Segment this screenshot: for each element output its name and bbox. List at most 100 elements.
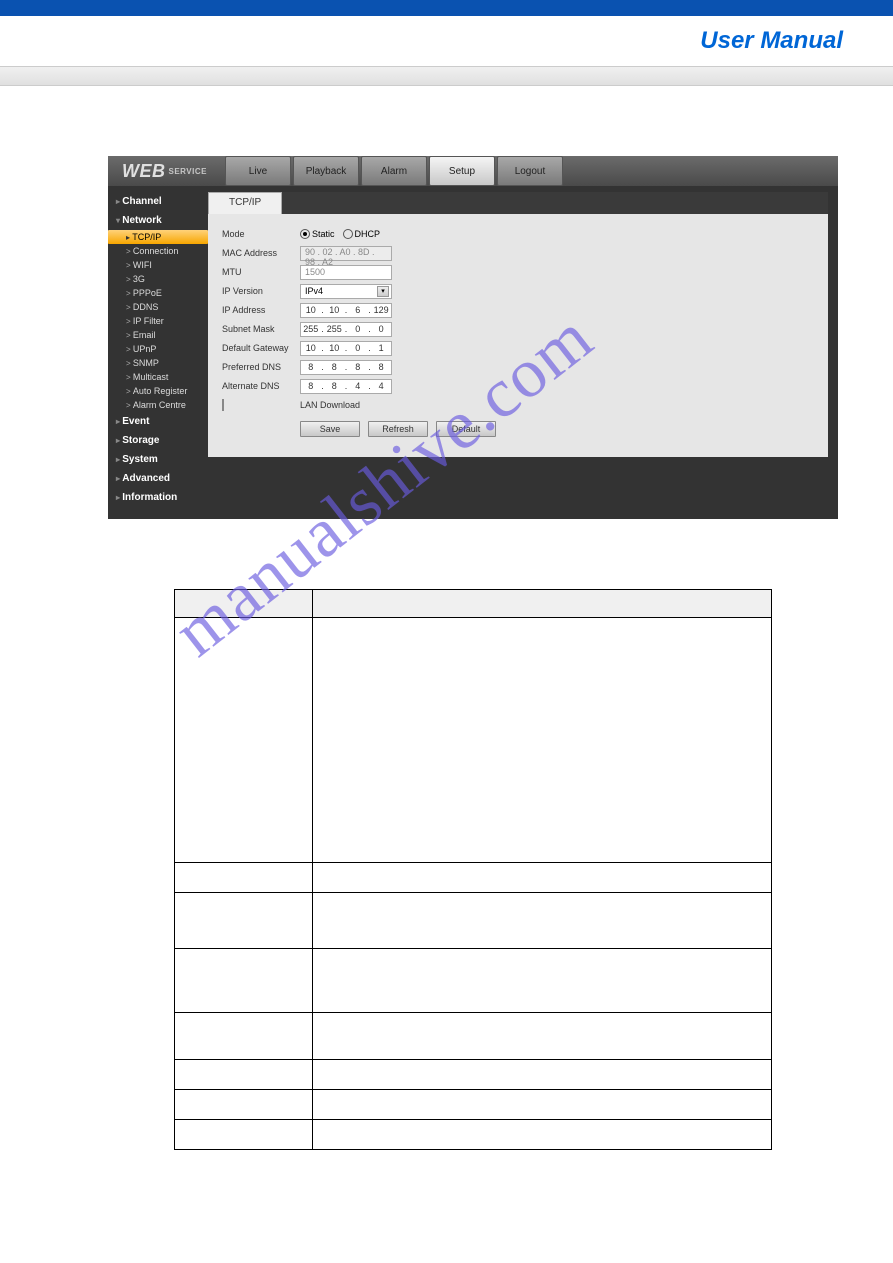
chevron-down-icon: ▾ xyxy=(377,286,389,297)
sidebar-cat-information[interactable]: Information xyxy=(108,488,208,507)
header-divider xyxy=(0,66,893,86)
ip-octet: 0 xyxy=(348,324,368,334)
label-pdns: Preferred DNS xyxy=(222,362,300,372)
radio-static[interactable]: Static xyxy=(300,229,335,239)
sidebar-cat-advanced[interactable]: Advanced xyxy=(108,469,208,488)
th-param xyxy=(175,590,313,618)
gateway-field[interactable]: 10. 10. 0. 1 xyxy=(300,341,392,356)
label-mode: Mode xyxy=(222,229,300,239)
ip-octet: 8 xyxy=(301,362,321,372)
tab-tcpip[interactable]: TCP/IP xyxy=(208,192,282,214)
refresh-button[interactable]: Refresh xyxy=(368,421,428,437)
table-row xyxy=(175,618,772,863)
label-subnet: Subnet Mask xyxy=(222,324,300,334)
sidebar: Channel Network TCP/IP Connection WIFI 3… xyxy=(108,192,208,507)
ip-octet: 10 xyxy=(301,305,321,315)
lan-download-checkbox[interactable] xyxy=(222,399,224,411)
table-row xyxy=(175,1013,772,1060)
ip-octet: 0 xyxy=(371,324,391,334)
table-row xyxy=(175,1060,772,1090)
sidebar-cat-system[interactable]: System xyxy=(108,450,208,469)
sidebar-item-tcpip[interactable]: TCP/IP xyxy=(108,230,208,244)
sidebar-item-alarmcentre[interactable]: Alarm Centre xyxy=(108,398,208,412)
tab-strip: TCP/IP xyxy=(208,192,828,214)
app-shell: WEB SERVICE Live Playback Alarm Setup Lo… xyxy=(108,156,838,519)
app-body: Channel Network TCP/IP Connection WIFI 3… xyxy=(108,186,838,507)
topnav-playback[interactable]: Playback xyxy=(293,156,359,186)
ip-octet: 6 xyxy=(348,305,368,315)
label-mtu: MTU xyxy=(222,267,300,277)
ip-octet: 8 xyxy=(324,381,344,391)
sidebar-item-wifi[interactable]: WIFI xyxy=(108,258,208,272)
ip-octet: 8 xyxy=(371,362,391,372)
mac-field: 90 . 02 . A0 . 8D . 98 . A2 xyxy=(300,246,392,261)
sidebar-item-ipfilter[interactable]: IP Filter xyxy=(108,314,208,328)
topnav-logout[interactable]: Logout xyxy=(497,156,563,186)
sidebar-item-connection[interactable]: Connection xyxy=(108,244,208,258)
sidebar-item-autoreg[interactable]: Auto Register xyxy=(108,384,208,398)
table-row xyxy=(175,1120,772,1150)
mtu-field[interactable] xyxy=(300,265,392,280)
ip-octet: 1 xyxy=(371,343,391,353)
ip-octet: 4 xyxy=(348,381,368,391)
ip-octet: 8 xyxy=(348,362,368,372)
table-row xyxy=(175,893,772,949)
label-ipver: IP Version xyxy=(222,286,300,296)
table-header-row xyxy=(175,590,772,618)
ip-octet: 255 xyxy=(301,324,321,334)
radio-icon xyxy=(343,229,353,239)
ip-octet: 4 xyxy=(371,381,391,391)
label-mac: MAC Address xyxy=(222,248,300,258)
param-table xyxy=(174,589,772,1150)
default-button[interactable]: Default xyxy=(436,421,496,437)
app-logo: WEB SERVICE xyxy=(108,156,221,186)
sidebar-cat-network[interactable]: Network xyxy=(108,211,208,230)
ipaddress-field[interactable]: 10. 10. 6. 129 xyxy=(300,303,392,318)
table-row xyxy=(175,863,772,893)
top-blue-bar xyxy=(0,0,893,16)
sidebar-item-ddns[interactable]: DDNS xyxy=(108,300,208,314)
sidebar-cat-channel[interactable]: Channel xyxy=(108,192,208,211)
sidebar-cat-storage[interactable]: Storage xyxy=(108,431,208,450)
radio-icon xyxy=(300,229,310,239)
th-desc xyxy=(313,590,772,618)
ipversion-select[interactable]: IPv4 ▾ xyxy=(300,284,392,299)
sidebar-item-multicast[interactable]: Multicast xyxy=(108,370,208,384)
topnav-setup[interactable]: Setup xyxy=(429,156,495,186)
radio-dhcp[interactable]: DHCP xyxy=(343,229,381,239)
label-adns: Alternate DNS xyxy=(222,381,300,391)
topnav-live[interactable]: Live xyxy=(225,156,291,186)
ip-octet: 8 xyxy=(301,381,321,391)
topnav-alarm[interactable]: Alarm xyxy=(361,156,427,186)
adns-field[interactable]: 8. 8. 4. 4 xyxy=(300,379,392,394)
doc-header-title: User Manual xyxy=(700,27,843,55)
sidebar-item-pppoe[interactable]: PPPoE xyxy=(108,286,208,300)
ipversion-value: IPv4 xyxy=(305,286,323,296)
label-ipaddr: IP Address xyxy=(222,305,300,315)
sidebar-item-upnp[interactable]: UPnP xyxy=(108,342,208,356)
ip-octet: 10 xyxy=(301,343,321,353)
table-row xyxy=(175,1090,772,1120)
sidebar-cat-event[interactable]: Event xyxy=(108,412,208,431)
save-button[interactable]: Save xyxy=(300,421,360,437)
ip-octet: 129 xyxy=(371,305,391,315)
sidebar-item-snmp[interactable]: SNMP xyxy=(108,356,208,370)
table-row xyxy=(175,949,772,1013)
ip-octet: 0 xyxy=(348,343,368,353)
radio-dhcp-label: DHCP xyxy=(355,229,381,239)
subnet-field[interactable]: 255. 255. 0. 0 xyxy=(300,322,392,337)
lan-checkbox-wrap xyxy=(222,400,300,410)
sidebar-item-3g[interactable]: 3G xyxy=(108,272,208,286)
doc-header: User Manual xyxy=(0,16,893,66)
pdns-field[interactable]: 8. 8. 8. 8 xyxy=(300,360,392,375)
label-gateway: Default Gateway xyxy=(222,343,300,353)
logo-sub: SERVICE xyxy=(169,167,207,176)
sidebar-item-email[interactable]: Email xyxy=(108,328,208,342)
ip-octet: 10 xyxy=(324,343,344,353)
topnav: Live Playback Alarm Setup Logout xyxy=(225,156,563,186)
ip-octet: 8 xyxy=(324,362,344,372)
label-lan: LAN Download xyxy=(300,400,360,410)
ip-octet: 255 xyxy=(324,324,344,334)
logo-main: WEB xyxy=(122,161,166,182)
ip-octet: 10 xyxy=(324,305,344,315)
